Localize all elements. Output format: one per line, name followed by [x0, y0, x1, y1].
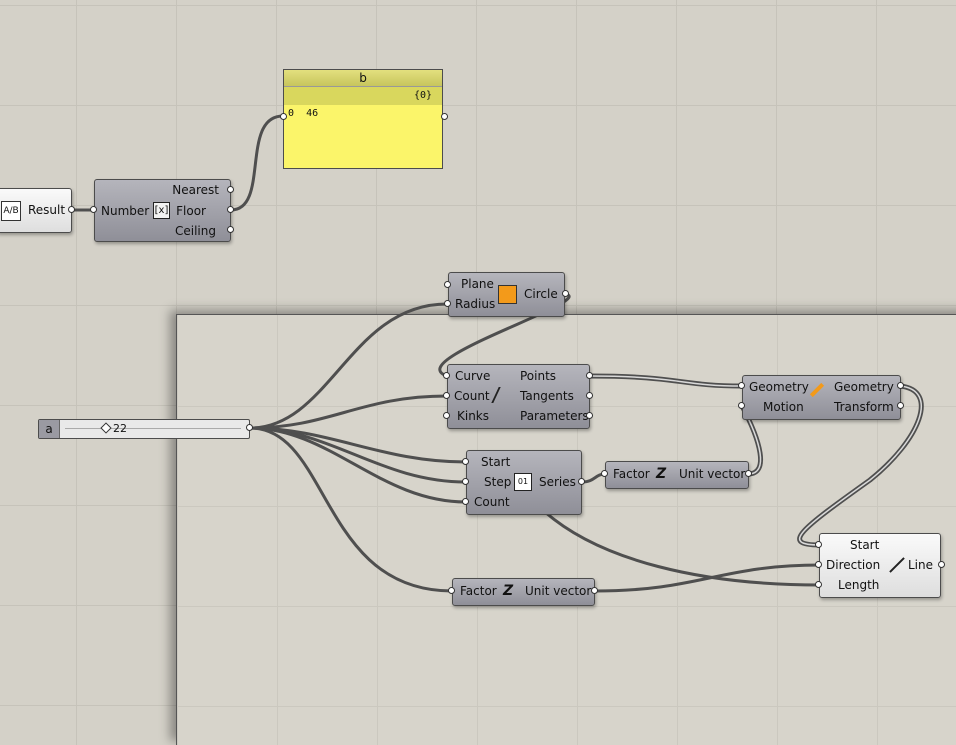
divide-input-curve: Curve	[455, 369, 491, 383]
unit-z-1-output-port[interactable]	[745, 470, 752, 477]
divide-curve-port[interactable]	[443, 372, 450, 379]
slider-output-port[interactable]	[246, 424, 253, 431]
line-start-port[interactable]	[815, 541, 822, 548]
line-sdl-component[interactable]: Start Direction Length Line	[819, 533, 941, 598]
panel-b[interactable]: b {0} 0 46	[283, 69, 443, 169]
divide-count-port[interactable]	[443, 392, 450, 399]
panel-value: 46	[306, 108, 319, 119]
divide-output-points: Points	[520, 369, 557, 383]
line-output-label: Line	[908, 558, 934, 572]
panel-path: {0}	[284, 87, 442, 105]
unit-z-icon-2: Z	[503, 583, 514, 599]
round-icon: [x]	[153, 202, 170, 219]
division-icon: A/B	[1, 201, 21, 221]
move-icon	[809, 382, 825, 398]
divide-points-port[interactable]	[586, 372, 593, 379]
divide-output-parameters: Parameters	[520, 409, 589, 423]
move-output-geometry: Geometry	[834, 380, 894, 394]
round-output-nearest: Nearest	[172, 183, 219, 197]
panel-input-port[interactable]	[280, 113, 287, 120]
unit-z-1-input: Factor	[613, 467, 650, 481]
unit-z-icon: Z	[656, 466, 667, 482]
series-start-port[interactable]	[462, 458, 469, 465]
slider-track[interactable]	[65, 428, 241, 429]
move-out-geometry-port[interactable]	[897, 382, 904, 389]
circle-output-port[interactable]	[562, 290, 569, 297]
series-input-step: Step	[484, 475, 512, 489]
line-icon	[889, 557, 905, 573]
divide-tangents-port[interactable]	[586, 392, 593, 399]
round-ceiling-port[interactable]	[227, 226, 234, 233]
circle-input-plane: Plane	[461, 277, 494, 291]
unit-z-1-output: Unit vector	[679, 467, 746, 481]
move-geometry-port[interactable]	[738, 382, 745, 389]
panel-row: 0 46	[288, 108, 318, 119]
series-component[interactable]: Start Step Count 01 Series	[466, 450, 582, 515]
series-count-port[interactable]	[462, 498, 469, 505]
result-param[interactable]: A/B Result	[0, 188, 72, 233]
divide-input-kinks: Kinks	[457, 409, 490, 423]
series-icon: 01	[514, 473, 532, 491]
move-motion-port[interactable]	[738, 402, 745, 409]
divide-curve-component[interactable]: Curve Count Kinks Points Tangents Parame…	[447, 364, 590, 429]
divide-parameters-port[interactable]	[586, 412, 593, 419]
result-output-port[interactable]	[68, 206, 75, 213]
circle-icon	[498, 285, 517, 304]
round-nearest-port[interactable]	[227, 186, 234, 193]
series-step-port[interactable]	[462, 478, 469, 485]
move-output-transform: Transform	[834, 400, 894, 414]
circle-output-label: Circle	[524, 287, 558, 301]
round-floor-port[interactable]	[227, 206, 234, 213]
divide-curve-icon	[491, 387, 517, 403]
round-input-label: Number	[101, 204, 150, 218]
unit-z-2-output-port[interactable]	[591, 587, 598, 594]
circle-input-radius: Radius	[455, 297, 496, 311]
panel-index: 0	[288, 108, 295, 119]
series-input-start: Start	[481, 455, 511, 469]
unit-z-1-input-port[interactable]	[601, 470, 608, 477]
line-direction-port[interactable]	[815, 561, 822, 568]
panel-title: b	[284, 70, 442, 87]
divide-output-tangents: Tangents	[520, 389, 574, 403]
series-input-count: Count	[474, 495, 510, 509]
line-input-direction: Direction	[826, 558, 881, 572]
slider-name: a	[39, 420, 60, 438]
unit-z-component-1[interactable]: Factor Z Unit vector	[605, 461, 749, 489]
unit-z-2-input-port[interactable]	[448, 587, 455, 594]
wire-floor-panel	[230, 114, 284, 212]
round-output-ceiling: Ceiling	[175, 224, 216, 238]
slider-value: 22	[113, 422, 127, 435]
line-length-port[interactable]	[815, 581, 822, 588]
move-input-motion: Motion	[763, 400, 804, 414]
unit-z-2-input: Factor	[460, 584, 497, 598]
circle-component[interactable]: Plane Radius Circle	[448, 272, 565, 317]
series-output-label: Series	[539, 475, 576, 489]
move-input-geometry: Geometry	[749, 380, 809, 394]
result-label: Result	[28, 203, 66, 217]
unit-z-2-output: Unit vector	[525, 584, 592, 598]
divide-kinks-port[interactable]	[443, 412, 450, 419]
line-input-start: Start	[850, 538, 880, 552]
line-input-length: Length	[838, 578, 880, 592]
unit-z-component-2[interactable]: Factor Z Unit vector	[452, 578, 595, 606]
move-component[interactable]: Geometry Motion Geometry Transform	[742, 375, 901, 420]
move-transform-port[interactable]	[897, 402, 904, 409]
circle-radius-port[interactable]	[444, 300, 451, 307]
line-output-port[interactable]	[938, 561, 945, 568]
round-output-floor: Floor	[176, 204, 206, 218]
circle-plane-port[interactable]	[444, 281, 451, 288]
series-output-port[interactable]	[578, 478, 585, 485]
slider-grip-icon[interactable]	[100, 422, 112, 434]
round-component[interactable]: Number [x] Nearest Floor Ceiling	[94, 179, 231, 242]
panel-output-port[interactable]	[441, 113, 448, 120]
divide-input-count: Count	[454, 389, 490, 403]
number-slider[interactable]: a 22	[38, 419, 250, 439]
round-input-port[interactable]	[90, 206, 97, 213]
